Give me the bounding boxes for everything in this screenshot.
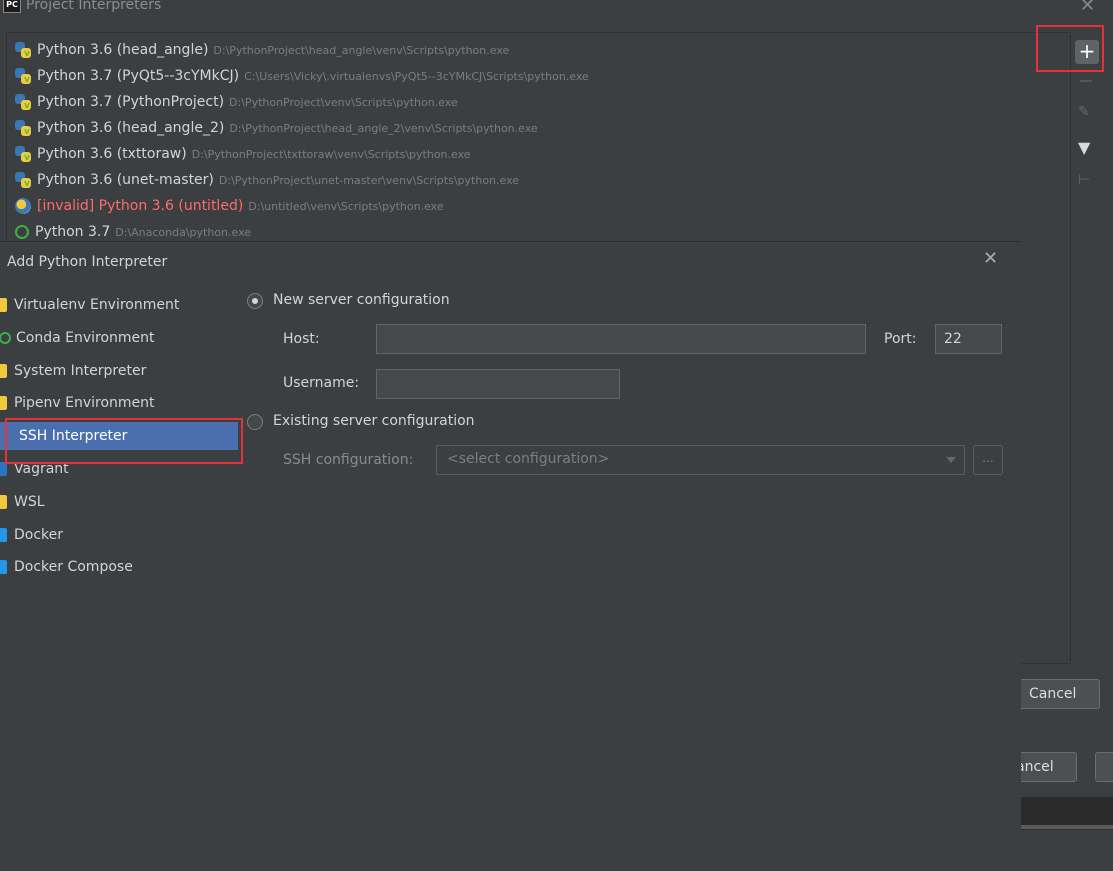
nav-item-label: Conda Environment	[16, 329, 155, 346]
nav-item-label: WSL	[14, 493, 45, 510]
chevron-down-icon	[946, 457, 956, 463]
interpreter-row[interactable]: [invalid] Python 3.6 (untitled) D:\untitl…	[15, 194, 444, 218]
interpreter-path: D:\PythonProject\venv\Scripts\python.exe	[229, 95, 458, 109]
interpreter-name: Python 3.7 (PyQt5--3cYMkCJ)	[37, 68, 240, 84]
python-venv-icon: v	[15, 120, 31, 137]
username-input[interactable]	[376, 369, 620, 399]
interpreter-row[interactable]: v Python 3.6 (txttoraw) D:\PythonProject\t…	[15, 142, 471, 166]
nav-item-pipenv-environment[interactable]: Pipenv Environment	[0, 389, 238, 417]
interpreter-name: Python 3.6 (txttoraw)	[37, 146, 187, 162]
interpreter-path: D:\PythonProject\txttoraw\venv\Scripts\p…	[191, 147, 471, 161]
nav-item-virtualenv-environment[interactable]: Virtualenv Environment	[0, 291, 238, 319]
python-venv-icon: v	[15, 42, 31, 59]
new-server-label: New server configuration	[273, 292, 450, 308]
add-python-interpreter-dialog: Add Python Interpreter ✕ Virtualenv Envi…	[0, 241, 1021, 871]
interpreter-name: Python 3.7 (PythonProject)	[37, 94, 225, 110]
python-venv-icon: v	[15, 94, 31, 111]
interpreter-name: [invalid] Python 3.6 (untitled)	[37, 198, 244, 214]
nav-item-docker-compose[interactable]: Docker Compose	[0, 553, 238, 581]
nav-item-label: System Interpreter	[14, 362, 147, 379]
interpreter-row[interactable]: v Python 3.6 (head_angle) D:\PythonProject…	[15, 38, 509, 62]
interpreter-name: Python 3.7	[35, 224, 111, 240]
interpreter-path: D:\PythonProject\head_angle_2\venv\Scrip…	[229, 121, 538, 135]
annotation-highlight-box	[5, 418, 243, 464]
python-venv-icon: v	[15, 172, 31, 189]
dialog-title: Add Python Interpreter	[7, 254, 168, 270]
interpreter-name: Python 3.6 (unet-master)	[37, 172, 214, 188]
background-panel	[1020, 797, 1113, 825]
port-input[interactable]	[935, 324, 1002, 354]
new-server-radio[interactable]	[247, 293, 263, 309]
pycharm-logo-icon: PC	[3, 0, 21, 13]
annotation-highlight-box	[1036, 25, 1104, 72]
username-label: Username:	[283, 375, 360, 391]
nav-item-system-interpreter[interactable]: System Interpreter	[0, 357, 238, 385]
pipenv-icon	[0, 396, 7, 411]
host-input[interactable]	[376, 324, 866, 354]
browse-button[interactable]: ...	[973, 445, 1003, 475]
invalid-python-icon	[15, 198, 31, 214]
nav-item-label: Docker Compose	[14, 559, 133, 576]
python-venv-icon: v	[15, 146, 31, 163]
interpreter-path: C:\Users\Vicky\.virtualenvs\PyQt5--3cYMk…	[244, 69, 589, 83]
vagrant-icon	[0, 462, 7, 476]
port-label: Port:	[884, 331, 917, 347]
window-title: Project Interpreters	[26, 0, 162, 13]
existing-server-radio[interactable]	[247, 414, 263, 430]
settings-cancel-button[interactable]: ancel	[1015, 752, 1077, 782]
docker-icon	[0, 527, 7, 542]
nav-item-docker[interactable]: Docker	[0, 521, 238, 549]
nav-item-label: Virtualenv Environment	[14, 297, 180, 313]
nav-item-conda-environment[interactable]: Conda Environment	[0, 324, 238, 352]
nav-item-label: Pipenv Environment	[14, 395, 155, 412]
interpreter-path: D:\PythonProject\unet-master\venv\Script…	[218, 173, 520, 187]
filter-icon[interactable]: ▼	[1078, 138, 1090, 157]
nav-item-label: Docker	[14, 526, 64, 543]
ssh-configuration-label: SSH configuration:	[283, 452, 414, 468]
show-paths-icon[interactable]: ⊢	[1078, 172, 1090, 188]
interpreter-toolbar	[1070, 32, 1113, 662]
title-bar	[0, 0, 1113, 20]
ssh-configuration-select[interactable]: <select configuration>	[436, 445, 965, 475]
conda-icon	[15, 225, 29, 239]
interpreter-path: D:\Anaconda\python.exe	[115, 225, 252, 239]
interpreter-row[interactable]: v Python 3.6 (unet-master) D:\PythonProjec…	[15, 168, 519, 192]
interpreter-name: Python 3.6 (head_angle_2)	[37, 120, 225, 136]
conda-icon	[0, 331, 11, 344]
background-statusbar	[1020, 829, 1113, 871]
interpreter-row[interactable]: v Python 3.7 (PyQt5--3cYMkCJ) C:\Users\Vic…	[15, 64, 589, 88]
virtualenv-icon	[0, 298, 7, 312]
nav-item-wsl[interactable]: WSL	[0, 488, 238, 516]
existing-server-label: Existing server configuration	[273, 413, 475, 429]
cancel-button[interactable]: Cancel	[1018, 679, 1100, 709]
close-icon[interactable]: ✕	[1080, 0, 1095, 16]
python-venv-icon: v	[15, 68, 31, 85]
remove-interpreter-button[interactable]	[1080, 80, 1092, 82]
interpreter-row[interactable]: v Python 3.7 (PythonProject) D:\PythonProj…	[15, 90, 458, 114]
python-icon	[0, 363, 7, 378]
host-label: Host:	[283, 331, 320, 347]
settings-apply-button[interactable]	[1095, 752, 1113, 782]
interpreter-path: D:\untitled\venv\Scripts\python.exe	[248, 199, 444, 213]
close-icon[interactable]: ✕	[983, 248, 998, 269]
interpreter-name: Python 3.6 (head_angle)	[37, 42, 209, 58]
edit-icon[interactable]: ✎	[1078, 104, 1090, 120]
interpreter-path: D:\PythonProject\head_angle\venv\Scripts…	[213, 43, 510, 57]
wsl-icon	[0, 494, 7, 509]
interpreter-row[interactable]: v Python 3.6 (head_angle_2) D:\PythonProje…	[15, 116, 538, 140]
docker-compose-icon	[0, 560, 7, 575]
